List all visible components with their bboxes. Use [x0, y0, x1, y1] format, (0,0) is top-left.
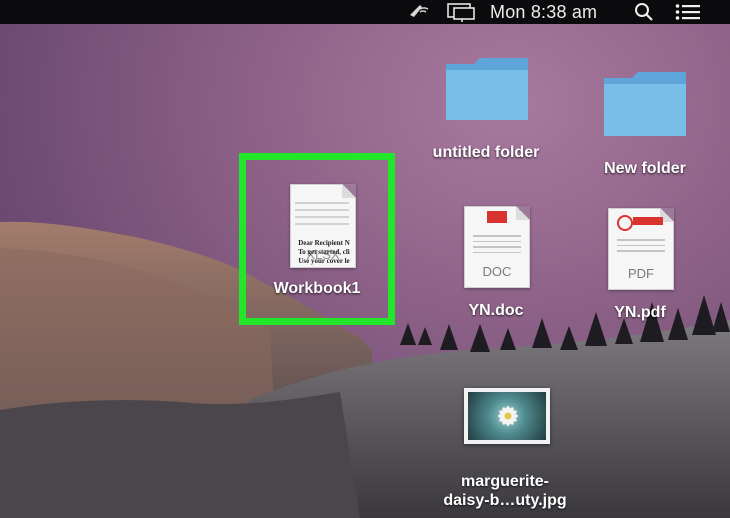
- selection-highlight: [239, 153, 395, 325]
- desktop-icon-untitled-folder[interactable]: untitled folder: [420, 52, 552, 167]
- daisy-flower-icon: [498, 406, 518, 426]
- file-type-badge: PDF: [628, 266, 654, 281]
- icon-label: YN.pdf: [614, 304, 666, 321]
- icon-label: untitled folder: [432, 144, 540, 161]
- menu-bar: Mon 8:38 am: [0, 0, 730, 24]
- icon-label: YN.doc: [468, 302, 524, 319]
- display-mirroring-icon[interactable]: [446, 0, 476, 24]
- logo-bar: [633, 217, 663, 225]
- desktop-icon-marguerite-daisy-jpg[interactable]: marguerite- daisy-b…uty.jpg: [430, 386, 580, 514]
- desktop-icon-new-folder[interactable]: New folder: [582, 66, 708, 184]
- file-type-badge: DOC: [482, 264, 512, 279]
- spotlight-search-icon[interactable]: [634, 0, 654, 24]
- notification-list-icon[interactable]: [675, 0, 701, 24]
- desktop[interactable]: Mon 8:38 am untitled folder New folder D…: [0, 0, 730, 518]
- doc-file-icon: DOC: [464, 206, 530, 288]
- icon-label: New folder: [604, 160, 686, 177]
- image-thumbnail: [464, 388, 550, 444]
- menubar-clock[interactable]: Mon 8:38 am: [490, 0, 597, 24]
- logo-mark: [617, 215, 633, 231]
- wifi-icon[interactable]: [408, 0, 432, 24]
- desktop-icon-yn-pdf[interactable]: PDF YN.pdf: [584, 206, 696, 326]
- folder-icon: [604, 72, 686, 136]
- folder-icon: [446, 58, 528, 120]
- icon-label: marguerite- daisy-b…uty.jpg: [430, 472, 580, 510]
- desktop-icon-yn-doc[interactable]: DOC YN.doc: [440, 204, 552, 324]
- pdf-file-icon: PDF: [608, 208, 674, 290]
- page-fold-icon: [516, 206, 530, 220]
- icon-label-line1: marguerite-: [460, 473, 550, 490]
- icon-label-line2: daisy-b…uty.jpg: [443, 492, 567, 509]
- logo-mark: [487, 211, 507, 223]
